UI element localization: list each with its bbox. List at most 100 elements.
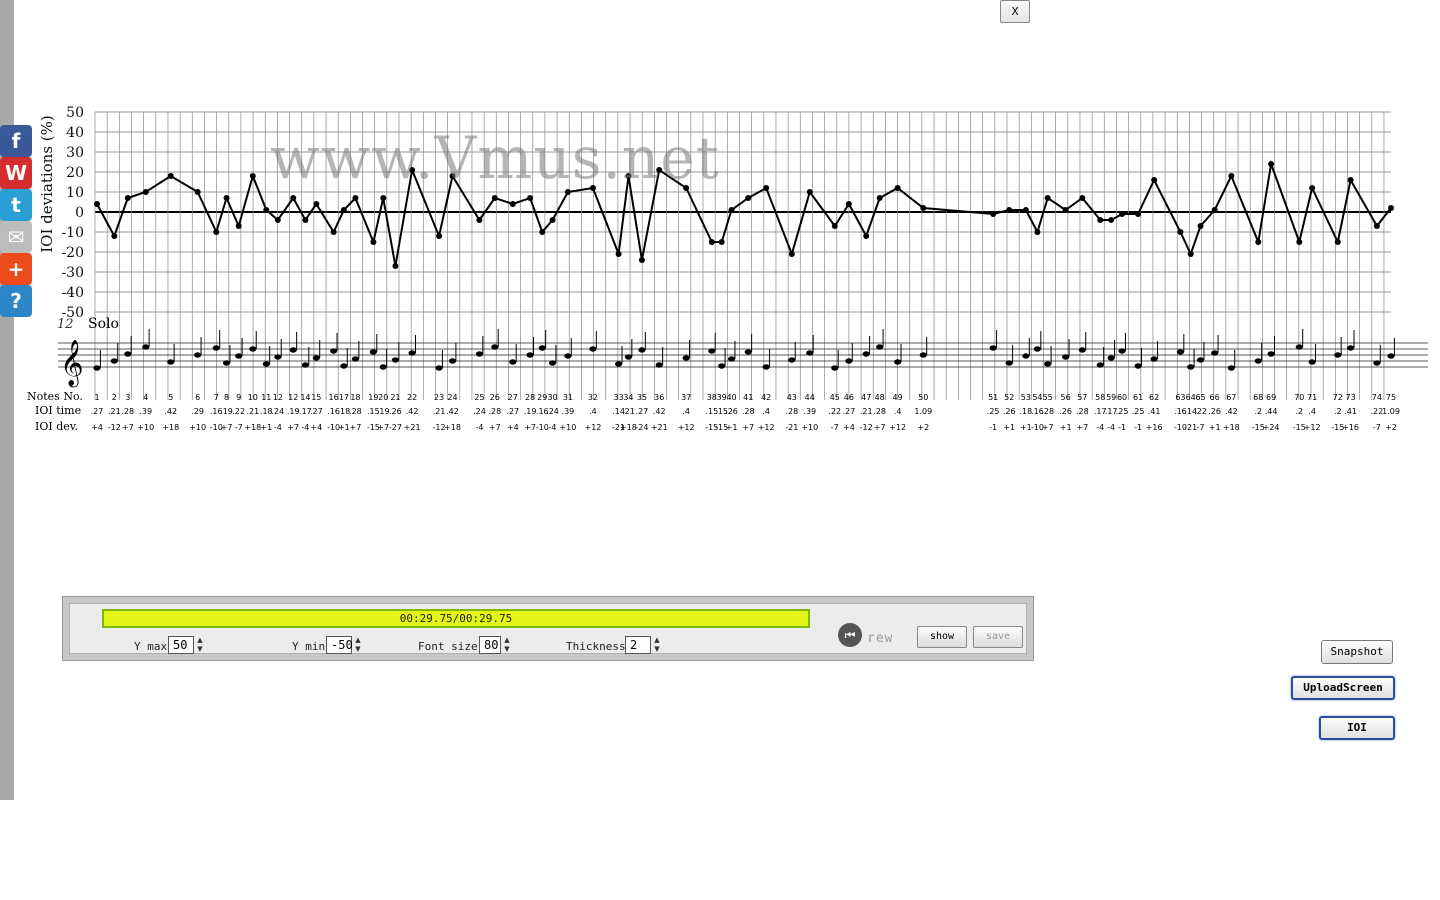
up-arrow-icon[interactable]: ▲ xyxy=(353,636,363,645)
ioi-time-value: .24 xyxy=(473,407,486,416)
data-point xyxy=(564,189,571,195)
ioi-dev-value: +12 xyxy=(758,423,775,432)
data-point xyxy=(683,185,690,191)
y-tick-label: 30 xyxy=(66,145,84,161)
ioi-dev-value: +10 xyxy=(559,423,576,432)
show-button[interactable]: show xyxy=(917,626,967,648)
data-point xyxy=(409,167,416,173)
note-number: 9 xyxy=(236,393,241,402)
ioi-dev-value: +18 xyxy=(1223,423,1240,432)
note-head xyxy=(894,359,902,365)
dev-row-label: IOI dev. xyxy=(35,420,78,433)
thickness-input[interactable]: 2 xyxy=(625,636,651,654)
ioi-dev-value: -4 xyxy=(274,423,282,432)
ioi-dev-value: +10 xyxy=(189,423,206,432)
down-arrow-icon[interactable]: ▼ xyxy=(353,645,363,654)
note-head xyxy=(1295,344,1303,350)
data-point xyxy=(194,189,201,195)
note-head xyxy=(1196,357,1205,363)
data-point xyxy=(615,251,622,257)
note-head xyxy=(167,359,175,365)
data-point xyxy=(1228,173,1235,179)
y-tick-label: 50 xyxy=(66,105,84,121)
ioi-dev-value: -4 xyxy=(475,423,483,432)
ioi-dev-value: +1 xyxy=(1209,423,1221,432)
ioi-time-value: .2 xyxy=(1254,407,1262,416)
thickness-stepper[interactable]: ▲ ▼ xyxy=(652,636,662,654)
note-head xyxy=(727,356,736,362)
note-head xyxy=(1118,348,1126,354)
ioi-dev-value: -7 xyxy=(1197,423,1205,432)
down-arrow-icon[interactable]: ▼ xyxy=(502,645,512,654)
data-point xyxy=(625,173,632,179)
note-number: 10 xyxy=(248,393,258,402)
snapshot-button[interactable]: Snapshot xyxy=(1321,640,1393,664)
rewind-icon[interactable]: ⏮ xyxy=(838,623,862,647)
up-arrow-icon[interactable]: ▲ xyxy=(502,636,512,645)
note-head xyxy=(1347,345,1355,351)
ymax-stepper[interactable]: ▲ ▼ xyxy=(195,636,205,654)
data-point xyxy=(1044,195,1051,201)
ioi-time-value: .39 xyxy=(803,407,816,416)
ioi-time-value: .22 xyxy=(828,407,841,416)
note-number: 46 xyxy=(844,393,854,402)
data-point xyxy=(638,257,645,263)
font-size-stepper[interactable]: ▲ ▼ xyxy=(502,636,512,654)
ioi-button[interactable]: IOI xyxy=(1319,716,1395,740)
ioi-dev-value: +1 xyxy=(338,423,350,432)
data-point xyxy=(340,207,347,213)
progress-bar[interactable]: 00:29.75/00:29.75 xyxy=(102,609,810,628)
ioi-dev-value: +7 xyxy=(221,423,233,432)
note-head xyxy=(93,365,101,371)
ioi-time-value: .39 xyxy=(139,407,152,416)
note-head xyxy=(1308,359,1316,365)
ioi-time-value: .25 xyxy=(1116,407,1129,416)
note-number: 69 xyxy=(1266,393,1276,402)
down-arrow-icon[interactable]: ▼ xyxy=(195,645,205,654)
note-head xyxy=(1334,352,1342,358)
note-head xyxy=(624,354,633,360)
note-head xyxy=(919,352,927,358)
note-head xyxy=(682,355,690,361)
note-number: 7 xyxy=(214,393,219,402)
note-number: 43 xyxy=(787,393,797,402)
note-head xyxy=(1005,360,1013,366)
note-head xyxy=(301,362,310,368)
deviation-line xyxy=(96,160,1392,267)
upload-screen-button[interactable]: UploadScreen xyxy=(1291,676,1395,700)
up-arrow-icon[interactable]: ▲ xyxy=(195,636,205,645)
ymin-input[interactable]: -50 xyxy=(326,636,353,654)
note-head xyxy=(708,348,716,354)
note-number: 61 xyxy=(1133,393,1143,402)
y-tick-label: 10 xyxy=(66,185,84,201)
data-point xyxy=(876,195,883,201)
note-number: 37 xyxy=(681,393,691,402)
data-point xyxy=(380,195,387,201)
note-head xyxy=(448,358,457,364)
note-head xyxy=(110,358,118,364)
note-head xyxy=(435,365,443,371)
ymax-input[interactable]: 50 xyxy=(168,636,194,654)
down-arrow-icon[interactable]: ▼ xyxy=(652,645,662,654)
data-point xyxy=(1097,217,1104,223)
close-button[interactable]: X xyxy=(1000,0,1030,23)
save-button[interactable]: save xyxy=(973,626,1023,648)
note-head xyxy=(1254,358,1262,364)
ioi-dev-value: +2 xyxy=(917,423,929,432)
ioi-dev-value: -4 xyxy=(549,423,557,432)
ioi-dev-value: +7 xyxy=(377,423,389,432)
up-arrow-icon[interactable]: ▲ xyxy=(652,636,662,645)
note-head xyxy=(589,346,597,352)
ioi-dev-value: +21 xyxy=(651,423,668,432)
ioi-time-value: .4 xyxy=(894,407,902,416)
data-point xyxy=(806,189,813,195)
progress-time: 00:29.75/00:29.75 xyxy=(399,612,513,625)
note-number: 70 xyxy=(1294,393,1304,402)
ymin-stepper[interactable]: ▲ ▼ xyxy=(353,636,363,654)
ioi-dev-value: +1 xyxy=(260,423,272,432)
font-size-input[interactable]: 80 xyxy=(479,636,501,654)
ymax-label: Y max xyxy=(134,640,168,653)
rewind-label[interactable]: rew xyxy=(867,631,893,646)
data-point xyxy=(436,233,443,239)
note-number: 1 xyxy=(94,393,99,402)
